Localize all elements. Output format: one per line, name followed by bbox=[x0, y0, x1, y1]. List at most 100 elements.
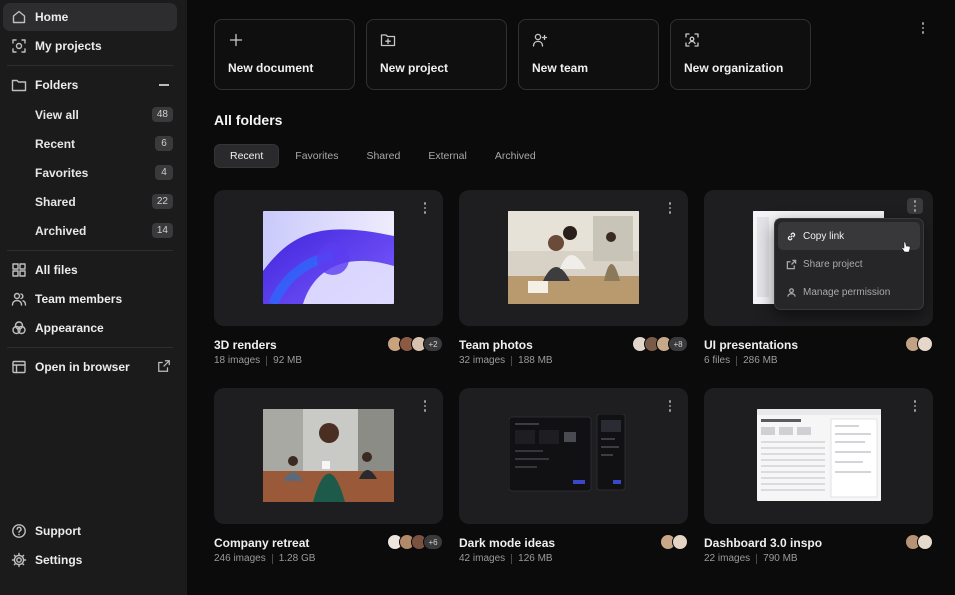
quick-action-label: New document bbox=[228, 61, 314, 75]
card-title: 3D renders bbox=[214, 338, 277, 352]
nav-team-members[interactable]: Team members bbox=[3, 285, 177, 313]
avatar-group bbox=[905, 336, 933, 352]
new-organization-button[interactable]: New organization bbox=[670, 19, 811, 90]
nav-folders[interactable]: Folders bbox=[3, 71, 177, 99]
thumbnail-image bbox=[508, 211, 639, 304]
card-count: 32 images bbox=[459, 355, 506, 366]
folder-card[interactable]: Dark mode ideas 42 images 126 MB bbox=[459, 388, 688, 586]
help-icon bbox=[11, 523, 27, 539]
external-link-icon bbox=[157, 359, 171, 376]
home-icon bbox=[11, 9, 27, 25]
card-title: Team photos bbox=[459, 338, 533, 352]
folder-item-shared[interactable]: Shared 22 bbox=[3, 187, 177, 216]
count-badge: 6 bbox=[155, 136, 173, 151]
nav-all-files[interactable]: All files bbox=[3, 256, 177, 284]
nav-team-members-label: Team members bbox=[35, 292, 123, 306]
folder-item-recent[interactable]: Recent 6 bbox=[3, 129, 177, 158]
nav-open-in-browser[interactable]: Open in browser bbox=[3, 353, 177, 381]
nav-all-files-label: All files bbox=[35, 263, 78, 277]
card-more-icon[interactable] bbox=[419, 201, 431, 215]
card-title: Dashboard 3.0 inspo bbox=[704, 536, 823, 550]
new-document-button[interactable]: New document bbox=[214, 19, 355, 90]
palette-icon bbox=[11, 320, 27, 336]
nav-appearance[interactable]: Appearance bbox=[3, 314, 177, 342]
quick-actions: New document New project New team New or… bbox=[214, 19, 811, 90]
folder-item-archived[interactable]: Archived 14 bbox=[3, 216, 177, 245]
card-size: 126 MB bbox=[518, 553, 553, 564]
link-icon bbox=[787, 232, 796, 240]
thumbnail-image bbox=[757, 409, 881, 501]
manage-permission-menu-item[interactable]: Manage permission bbox=[778, 278, 920, 306]
folder-card[interactable]: Dashboard 3.0 inspo 22 images 790 MB bbox=[704, 388, 933, 586]
tab-external[interactable]: External bbox=[416, 144, 479, 168]
count-badge: 48 bbox=[151, 107, 173, 122]
thumbnail-image bbox=[263, 211, 394, 304]
folder-item-view-all[interactable]: View all 48 bbox=[3, 100, 177, 129]
more-options-icon[interactable] bbox=[915, 20, 931, 36]
nav-settings[interactable]: Settings bbox=[3, 546, 177, 574]
scan-icon bbox=[684, 32, 700, 48]
quick-action-label: New team bbox=[532, 61, 589, 75]
plus-icon bbox=[228, 32, 244, 48]
folder-item-favorites[interactable]: Favorites 4 bbox=[3, 158, 177, 187]
folder-thumbnail bbox=[214, 388, 443, 524]
nav-home[interactable]: Home bbox=[3, 3, 177, 31]
card-title: Company retreat bbox=[214, 536, 310, 550]
folder-item-label: Recent bbox=[35, 136, 76, 151]
folder-card[interactable]: Copy link Share project Manage permissio… bbox=[704, 190, 933, 388]
count-badge: 4 bbox=[155, 165, 173, 180]
thumbnail-image bbox=[263, 409, 394, 502]
card-size: 92 MB bbox=[273, 355, 303, 366]
grid-icon bbox=[11, 262, 27, 278]
new-project-button[interactable]: New project bbox=[366, 19, 507, 90]
nav-settings-label: Settings bbox=[35, 553, 83, 567]
tab-favorites[interactable]: Favorites bbox=[283, 144, 350, 168]
avatar-group: +8 bbox=[632, 336, 688, 352]
card-count: 42 images bbox=[459, 553, 506, 564]
card-meta: 42 images 126 MB bbox=[459, 553, 553, 564]
tab-recent[interactable]: Recent bbox=[214, 144, 280, 168]
avatar bbox=[917, 534, 933, 550]
new-team-button[interactable]: New team bbox=[518, 19, 659, 90]
extra-members-badge: +6 bbox=[423, 534, 443, 550]
folder-thumbnail bbox=[459, 190, 688, 326]
sidebar-divider bbox=[7, 65, 173, 66]
card-more-icon[interactable] bbox=[419, 399, 431, 413]
folder-card[interactable]: Company retreat 246 images 1.28 GB +6 bbox=[214, 388, 443, 586]
card-more-icon[interactable] bbox=[664, 399, 676, 413]
avatar-group bbox=[905, 534, 933, 550]
card-count: 246 images bbox=[214, 553, 266, 564]
menu-label: Share project bbox=[803, 258, 863, 270]
extra-members-badge: +8 bbox=[668, 336, 688, 352]
tab-archived[interactable]: Archived bbox=[483, 144, 548, 168]
card-more-icon[interactable] bbox=[907, 198, 923, 214]
collapse-icon[interactable] bbox=[159, 84, 169, 86]
copy-link-menu-item[interactable]: Copy link bbox=[778, 222, 920, 250]
card-more-icon[interactable] bbox=[664, 201, 676, 215]
card-more-icon[interactable] bbox=[909, 399, 921, 413]
extra-members-badge: +2 bbox=[423, 336, 443, 352]
folder-thumbnail bbox=[704, 388, 933, 524]
nav-support[interactable]: Support bbox=[3, 517, 177, 545]
folder-grid: 3D renders 18 images 92 MB +2 Team photo… bbox=[214, 190, 933, 586]
menu-label: Copy link bbox=[803, 230, 845, 242]
quick-action-label: New organization bbox=[684, 61, 784, 75]
folder-tabs: Recent Favorites Shared External Archive… bbox=[214, 144, 548, 168]
projects-icon bbox=[11, 38, 27, 54]
sidebar-bottom: Support Settings bbox=[3, 517, 177, 575]
nav-my-projects[interactable]: My projects bbox=[3, 32, 177, 60]
count-badge: 22 bbox=[151, 194, 173, 209]
tab-shared[interactable]: Shared bbox=[354, 144, 412, 168]
avatar bbox=[917, 336, 933, 352]
share-project-menu-item[interactable]: Share project bbox=[778, 250, 920, 278]
card-title: Dark mode ideas bbox=[459, 536, 556, 550]
folder-card[interactable]: 3D renders 18 images 92 MB +2 bbox=[214, 190, 443, 388]
gear-icon bbox=[11, 552, 27, 568]
pointer-cursor-icon bbox=[901, 241, 911, 253]
card-size: 1.28 GB bbox=[278, 553, 316, 564]
folder-icon bbox=[11, 77, 27, 93]
sidebar: Home My projects Folders View all 48 Rec… bbox=[0, 0, 187, 595]
folder-card[interactable]: Team photos 32 images 188 MB +8 bbox=[459, 190, 688, 388]
users-icon bbox=[11, 291, 27, 307]
folder-thumbnail bbox=[214, 190, 443, 326]
